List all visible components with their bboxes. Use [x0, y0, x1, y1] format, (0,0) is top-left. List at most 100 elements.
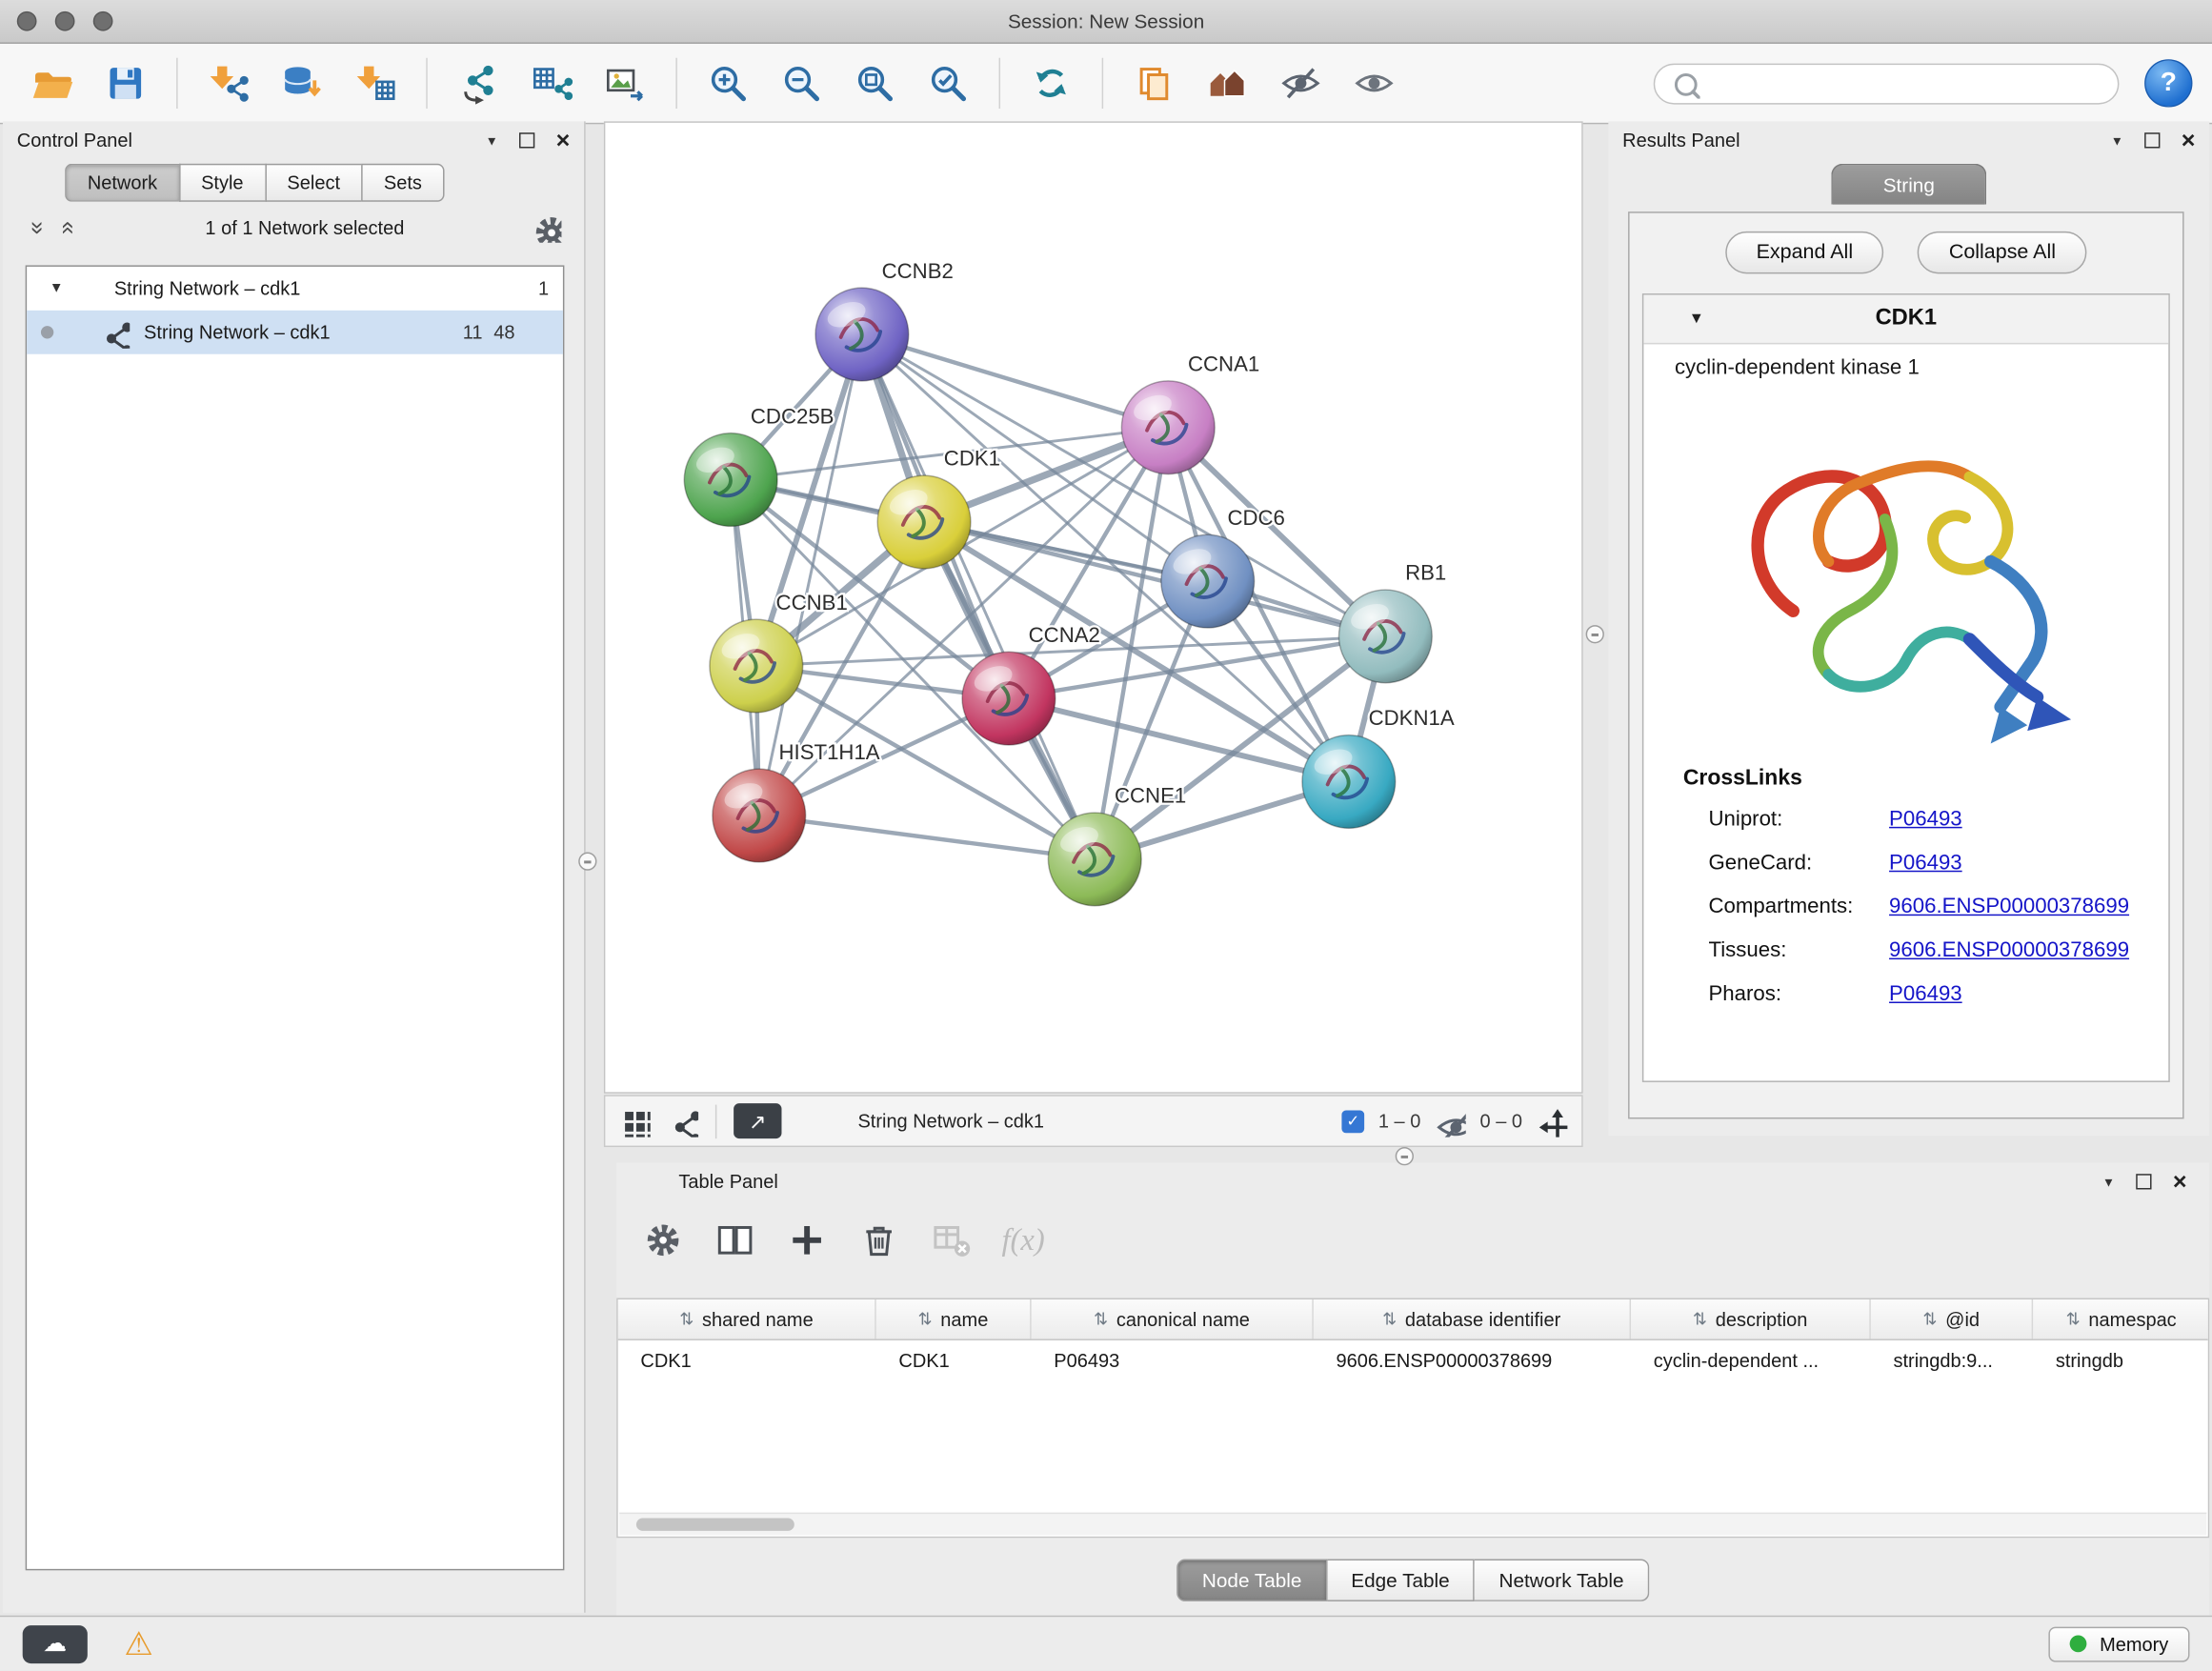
disclosure-triangle-icon[interactable]: ▼	[50, 281, 64, 296]
show-all-button[interactable]	[1341, 53, 1406, 112]
clone-network-button[interactable]	[1121, 53, 1186, 112]
network-options-gear-icon[interactable]	[531, 211, 562, 243]
hidden-eye-slash-icon[interactable]	[1435, 1105, 1466, 1137]
minimize-window-button[interactable]	[55, 11, 75, 31]
show-columns-icon[interactable]	[714, 1219, 755, 1261]
cloud-button[interactable]: ☁	[23, 1624, 88, 1662]
column-header[interactable]: ⇅@id	[1871, 1299, 2033, 1339]
network-edge[interactable]	[862, 334, 1095, 859]
network-collection-row[interactable]: ▼ String Network – cdk1 1	[27, 267, 563, 311]
export-image-button[interactable]	[593, 53, 657, 112]
scrollbar-thumb[interactable]	[636, 1519, 794, 1531]
expand-all-icon[interactable]: «	[57, 217, 81, 237]
search-box[interactable]	[1654, 63, 2120, 104]
panel-menu-icon[interactable]: ▼	[2102, 1175, 2115, 1189]
column-header[interactable]: ⇅database identifier	[1314, 1299, 1631, 1339]
table-cell[interactable]: CDK1	[618, 1340, 876, 1379]
column-header[interactable]: ⇅name	[876, 1299, 1032, 1339]
hide-selected-button[interactable]	[1268, 53, 1333, 112]
crosslink-link[interactable]: P06493	[1889, 982, 1962, 1006]
tab-string[interactable]: String	[1831, 164, 1986, 205]
horizontal-scrollbar[interactable]	[619, 1513, 2206, 1536]
sort-icon[interactable]: ⇅	[2066, 1309, 2081, 1329]
splitter-toggle[interactable]	[1396, 1147, 1414, 1165]
column-header[interactable]: ⇅canonical name	[1032, 1299, 1314, 1339]
detach-view-button[interactable]: ↗	[734, 1103, 781, 1138]
import-network-file-button[interactable]	[196, 53, 261, 112]
tab-edge-table[interactable]: Edge Table	[1327, 1560, 1475, 1601]
sort-icon[interactable]: ⇅	[1382, 1309, 1397, 1329]
panel-menu-icon[interactable]: ▼	[2111, 133, 2123, 148]
help-button[interactable]: ?	[2144, 59, 2192, 107]
sort-icon[interactable]: ⇅	[918, 1309, 933, 1329]
panel-menu-icon[interactable]: ▼	[486, 133, 498, 148]
save-session-button[interactable]	[93, 53, 158, 112]
tab-sets[interactable]: Sets	[361, 164, 444, 202]
tab-style[interactable]: Style	[178, 164, 264, 202]
table-options-gear-icon[interactable]	[642, 1219, 684, 1261]
new-network-table-button[interactable]	[519, 53, 584, 112]
import-table-button[interactable]	[343, 53, 408, 112]
panel-close-icon[interactable]: ×	[556, 129, 571, 152]
sort-icon[interactable]: ⇅	[1094, 1309, 1108, 1329]
panel-close-icon[interactable]: ×	[2182, 129, 2196, 152]
table-cell[interactable]: P06493	[1032, 1340, 1314, 1379]
tab-node-table[interactable]: Node Table	[1176, 1560, 1327, 1601]
network-node-CDC25B[interactable]: CDC25B	[684, 404, 834, 526]
sort-icon[interactable]: ⇅	[1922, 1309, 1937, 1329]
network-node-CDKN1A[interactable]: CDKN1A	[1302, 706, 1455, 828]
import-network-database-button[interactable]	[270, 53, 334, 112]
group-nodes-button[interactable]	[1195, 53, 1259, 112]
panel-close-icon[interactable]: ×	[2173, 1170, 2187, 1194]
panel-float-icon[interactable]	[519, 132, 534, 148]
tab-network[interactable]: Network	[65, 164, 178, 202]
crosslink-link[interactable]: 9606.ENSP00000378699	[1889, 895, 2129, 918]
network-node-HIST1H1A[interactable]: HIST1H1A	[713, 740, 880, 862]
table-cell[interactable]: 9606.ENSP00000378699	[1314, 1340, 1631, 1379]
disclosure-triangle-icon[interactable]: ▼	[1689, 311, 1704, 328]
tab-select[interactable]: Select	[265, 164, 361, 202]
table-cell[interactable]: stringdb	[2033, 1340, 2209, 1379]
search-input[interactable]	[1711, 71, 2103, 95]
network-edge[interactable]	[862, 334, 1168, 428]
collapse-all-icon[interactable]: «	[23, 217, 47, 237]
column-header[interactable]: ⇅namespac	[2033, 1299, 2209, 1339]
network-canvas[interactable]: CCNB2CCNA1CDC25BCDK1CDC6RB1CCNB1CCNA2CDK…	[604, 121, 1583, 1093]
network-node-CCNB2[interactable]: CCNB2	[815, 259, 954, 381]
network-edge[interactable]	[759, 815, 1095, 859]
zoom-window-button[interactable]	[93, 11, 113, 31]
close-window-button[interactable]	[17, 11, 37, 31]
sort-icon[interactable]: ⇅	[679, 1309, 694, 1329]
column-header[interactable]: ⇅shared name	[618, 1299, 876, 1339]
network-node-RB1[interactable]: RB1	[1338, 561, 1446, 683]
crosslink-link[interactable]: P06493	[1889, 851, 1962, 875]
table-row[interactable]: CDK1CDK1P064939606.ENSP00000378699cyclin…	[618, 1340, 2208, 1379]
table-cell[interactable]: stringdb:9...	[1871, 1340, 2033, 1379]
zoom-out-button[interactable]	[769, 53, 834, 112]
delete-column-icon[interactable]	[857, 1219, 899, 1261]
apply-layout-button[interactable]	[1018, 53, 1083, 112]
open-session-button[interactable]	[20, 53, 85, 112]
protein-card-header[interactable]: ▼ CDK1	[1643, 295, 2168, 345]
expand-all-button[interactable]: Expand All	[1725, 232, 1884, 273]
panel-float-icon[interactable]	[2136, 1174, 2151, 1189]
birdseye-grid-icon[interactable]	[619, 1105, 651, 1137]
zoom-in-button[interactable]	[695, 53, 760, 112]
table-cell[interactable]: CDK1	[876, 1340, 1032, 1379]
zoom-selected-button[interactable]	[915, 53, 980, 112]
crosslink-link[interactable]: 9606.ENSP00000378699	[1889, 938, 2129, 962]
crosslink-link[interactable]: P06493	[1889, 807, 1962, 831]
network-share-icon[interactable]	[668, 1105, 699, 1137]
new-network-button[interactable]	[446, 53, 511, 112]
add-column-icon[interactable]	[786, 1219, 828, 1261]
column-header[interactable]: ⇅description	[1631, 1299, 1871, 1339]
table-cell[interactable]: cyclin-dependent ...	[1631, 1340, 1871, 1379]
zoom-fit-button[interactable]	[842, 53, 907, 112]
collapse-all-button[interactable]: Collapse All	[1918, 232, 2086, 273]
splitter-toggle[interactable]	[578, 853, 596, 871]
network-edge[interactable]	[924, 522, 1385, 636]
splitter-toggle[interactable]	[1586, 625, 1604, 643]
warning-icon[interactable]: ⚠	[124, 1627, 153, 1660]
memory-button[interactable]: Memory	[2049, 1626, 2190, 1661]
pan-crosshair-icon[interactable]	[1537, 1105, 1568, 1137]
